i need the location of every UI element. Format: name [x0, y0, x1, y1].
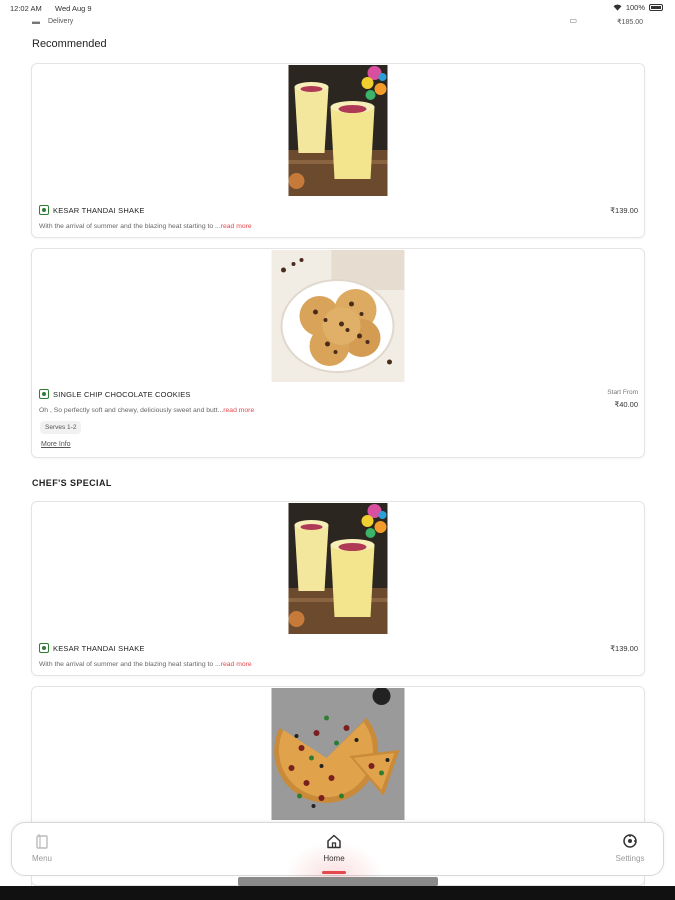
menu-item-card[interactable]: KESAR THANDAI SHAKE ₹139.00 With the arr…	[31, 501, 645, 676]
battery-icon	[649, 4, 663, 11]
item-description: Oh , So perfectly soft and chewy, delici…	[39, 407, 255, 414]
system-home-indicator	[238, 877, 438, 886]
battery-percent: 100%	[625, 3, 645, 12]
section-title-recommended: Recommended	[32, 38, 107, 50]
read-more-link[interactable]: read more	[221, 661, 252, 668]
section-title-chefs-special: CHEF'S SPECIAL	[32, 478, 112, 488]
status-bar: 12:02 AM Wed Aug 9 100%	[0, 0, 675, 16]
nav-home[interactable]: Home	[309, 833, 359, 863]
system-bottom-bar	[0, 886, 675, 900]
nav-settings-label: Settings	[615, 854, 645, 863]
thandai-shake-image	[288, 503, 388, 634]
read-more-link[interactable]: read more	[221, 223, 252, 230]
veg-icon	[39, 389, 49, 399]
menu-book-icon	[36, 834, 48, 849]
status-time: 12:02 AM	[10, 4, 42, 13]
pizza-image	[271, 688, 405, 820]
delivery-label[interactable]: Delivery	[48, 18, 73, 25]
thandai-shake-image	[288, 65, 388, 196]
veg-icon	[39, 205, 49, 215]
nav-home-label: Home	[323, 854, 345, 863]
settings-icon	[623, 834, 637, 848]
header-amount: ₹185.00	[617, 19, 643, 26]
status-date: Wed Aug 9	[55, 4, 92, 13]
item-name: KESAR THANDAI SHAKE	[53, 206, 145, 215]
active-tab-indicator	[322, 871, 346, 874]
menu-item-card[interactable]: KESAR THANDAI SHAKE ₹139.00 With the arr…	[31, 63, 645, 238]
start-from-label: Start From	[607, 389, 638, 396]
item-price: ₹139.00	[610, 206, 638, 215]
item-price: ₹139.00	[610, 644, 638, 653]
nav-settings[interactable]: Settings	[611, 833, 649, 863]
veg-icon	[39, 643, 49, 653]
chocolate-cookies-image	[271, 250, 405, 382]
nav-menu-label: Menu	[31, 854, 52, 863]
item-description: With the arrival of summer and the blazi…	[39, 661, 252, 668]
home-icon	[327, 834, 341, 849]
menu-item-card[interactable]: SINGLE CHIP CHOCOLATE COOKIES Start From…	[31, 248, 645, 458]
read-more-link[interactable]: read more	[223, 407, 254, 414]
wallet-icon: ▭	[569, 16, 577, 25]
status-right: 100%	[613, 3, 663, 12]
more-info-link[interactable]: More Info	[41, 441, 71, 448]
item-name: SINGLE CHIP CHOCOLATE COOKIES	[53, 390, 191, 399]
item-name: KESAR THANDAI SHAKE	[53, 644, 145, 653]
header-strip: ▬ Delivery ▭ ₹185.00	[0, 16, 675, 30]
delivery-icon: ▬	[32, 17, 40, 26]
serves-badge: Serves 1-2	[40, 421, 82, 434]
item-description: With the arrival of summer and the blazi…	[39, 223, 252, 230]
bottom-navigation: Menu Home Settings	[11, 822, 664, 877]
item-price: ₹40.00	[614, 400, 638, 409]
wifi-icon	[613, 4, 622, 11]
nav-menu[interactable]: Menu	[26, 833, 58, 863]
